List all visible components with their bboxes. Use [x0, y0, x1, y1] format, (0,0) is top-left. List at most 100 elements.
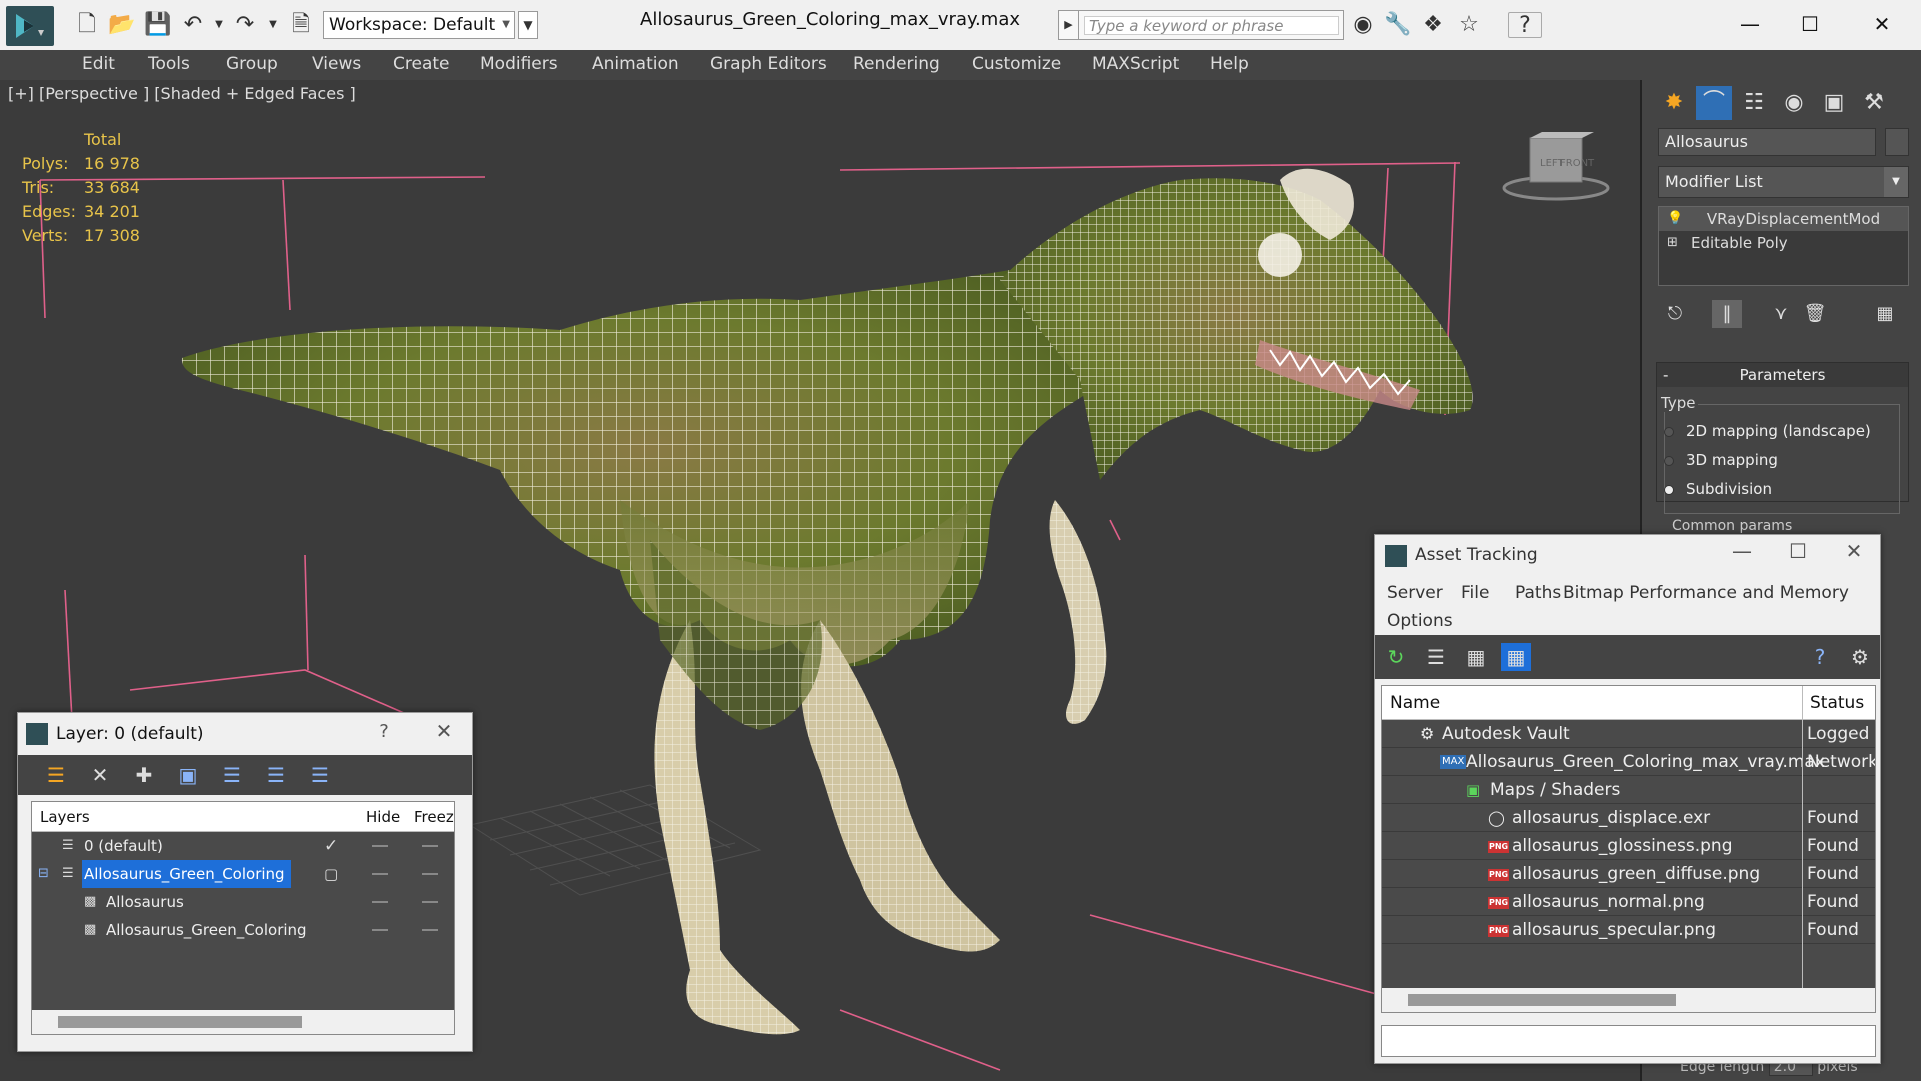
close-icon[interactable]: ✕: [428, 719, 460, 743]
create-tab-icon[interactable]: ✸: [1656, 86, 1692, 120]
display-tab-icon[interactable]: ▣: [1816, 86, 1852, 120]
column-status[interactable]: Status: [1810, 693, 1864, 713]
menu-rendering[interactable]: Rendering: [853, 54, 940, 74]
radio-3d-mapping[interactable]: 3D mapping: [1664, 451, 1778, 469]
scrollbar-thumb[interactable]: [58, 1016, 302, 1028]
menu-maxscript[interactable]: MAXScript: [1092, 54, 1179, 74]
help-icon[interactable]: ?: [1508, 12, 1542, 38]
menu-options[interactable]: Options: [1387, 611, 1453, 631]
layer-object-row[interactable]: ▩ Allosaurus: [32, 888, 454, 916]
hierarchy-tab-icon[interactable]: ☷: [1736, 86, 1772, 120]
parameters-rollout-header[interactable]: - Parameters: [1657, 363, 1908, 387]
menu-file[interactable]: File: [1461, 583, 1489, 603]
stack-item-vraydisplacement[interactable]: 💡 VRayDisplacementMod: [1659, 207, 1908, 231]
column-name[interactable]: Name: [1390, 693, 1440, 713]
create-layer-icon[interactable]: ☰: [42, 761, 70, 789]
pin-stack-icon[interactable]: ⎋: [1660, 300, 1690, 328]
menu-modifiers[interactable]: Modifiers: [480, 54, 558, 74]
radio-subdivision[interactable]: Subdivision: [1664, 480, 1772, 498]
undo-icon[interactable]: ↶: [180, 12, 206, 38]
hide-toggle[interactable]: [372, 873, 388, 875]
vault-help-icon[interactable]: ⚙: [1845, 643, 1875, 671]
favorites-star-icon[interactable]: ☆: [1456, 12, 1482, 38]
remove-modifier-icon[interactable]: 🗑: [1800, 300, 1830, 328]
object-color-swatch[interactable]: [1885, 128, 1909, 156]
search-box[interactable]: ▶ Type a keyword or phrase: [1058, 10, 1344, 40]
delete-layer-icon[interactable]: ✕: [86, 761, 114, 789]
maximize-icon[interactable]: ☐: [1792, 6, 1828, 42]
maximize-icon[interactable]: ☐: [1781, 539, 1815, 563]
select-layer-icon[interactable]: ☰: [218, 761, 246, 789]
utilities-tab-icon[interactable]: ⚒: [1856, 86, 1892, 120]
column-hide[interactable]: Hide: [366, 808, 400, 826]
menu-paths[interactable]: Paths: [1515, 583, 1561, 603]
horizontal-scrollbar[interactable]: [1382, 988, 1875, 1012]
hide-toggle[interactable]: [372, 901, 388, 903]
hide-all-layers-icon[interactable]: ☰: [306, 761, 334, 789]
menu-tools[interactable]: Tools: [148, 54, 190, 74]
workspace-selector[interactable]: Workspace: Default ▼: [323, 11, 515, 39]
lightbulb-icon[interactable]: 💡: [1667, 207, 1683, 231]
communication-icon[interactable]: ❖: [1420, 12, 1446, 38]
collapse-icon[interactable]: ⊟: [38, 860, 49, 888]
horizontal-scrollbar[interactable]: [32, 1010, 454, 1034]
column-freeze[interactable]: Freez: [414, 808, 454, 826]
help-icon[interactable]: ?: [1805, 643, 1835, 671]
configure-modifier-sets-icon[interactable]: ▦: [1870, 300, 1900, 328]
refresh-icon[interactable]: ↻: [1381, 643, 1411, 671]
freeze-toggle[interactable]: [422, 901, 438, 903]
freeze-toggle[interactable]: [422, 873, 438, 875]
current-layer-check-icon[interactable]: ✓: [324, 832, 338, 860]
redo-icon[interactable]: ↷: [232, 12, 258, 38]
search-input[interactable]: Type a keyword or phrase: [1084, 16, 1339, 35]
close-icon[interactable]: ✕: [1864, 6, 1900, 42]
layer-object-row[interactable]: ▩ Allosaurus_Green_Coloring: [32, 916, 454, 944]
menu-server[interactable]: Server: [1387, 583, 1443, 603]
open-file-icon[interactable]: 📂: [108, 12, 135, 38]
freeze-toggle[interactable]: [422, 845, 438, 847]
workspace-menu-button[interactable]: ▼: [518, 11, 538, 39]
highlight-layer-icon[interactable]: ☰: [262, 761, 290, 789]
project-folder-icon[interactable]: 🗎: [288, 12, 314, 38]
minimize-icon[interactable]: —: [1725, 539, 1759, 563]
modifier-list-dropdown[interactable]: Modifier List ▼: [1658, 166, 1909, 198]
undo-dropdown-icon[interactable]: ▼: [206, 12, 232, 38]
motion-tab-icon[interactable]: ◉: [1776, 86, 1812, 120]
menu-create[interactable]: Create: [393, 54, 450, 74]
expand-plus-icon[interactable]: ⊞: [1667, 231, 1678, 255]
menu-views[interactable]: Views: [312, 54, 361, 74]
hide-toggle[interactable]: [372, 929, 388, 931]
app-logo-icon[interactable]: [6, 6, 54, 46]
menu-help[interactable]: Help: [1210, 54, 1249, 74]
viewport-label[interactable]: [+] [Perspective ] [Shaded + Edged Faces…: [8, 84, 356, 103]
add-to-layer-icon[interactable]: ✚: [130, 761, 158, 789]
menu-graph-editors[interactable]: Graph Editors: [710, 54, 827, 74]
column-separator[interactable]: [1802, 686, 1803, 1012]
stack-item-editable-poly[interactable]: ⊞ Editable Poly: [1659, 231, 1908, 255]
wrench-icon[interactable]: 🔧: [1384, 12, 1411, 38]
menu-animation[interactable]: Animation: [592, 54, 679, 74]
scrollbar-thumb[interactable]: [1408, 994, 1676, 1006]
menu-edit[interactable]: Edit: [82, 54, 115, 74]
thumbnail-view-icon[interactable]: ▦: [1461, 643, 1491, 671]
modify-tab-icon[interactable]: ⌒: [1696, 86, 1732, 120]
new-file-icon[interactable]: 🗋: [74, 12, 100, 38]
layer-row[interactable]: ☰ 0 (default) ✓: [32, 832, 454, 860]
menu-customize[interactable]: Customize: [972, 54, 1061, 74]
hide-toggle[interactable]: [372, 845, 388, 847]
table-view-icon[interactable]: ▦: [1501, 643, 1531, 671]
search-expand-icon[interactable]: ▶: [1059, 11, 1079, 39]
menu-group[interactable]: Group: [226, 54, 278, 74]
help-icon[interactable]: ?: [368, 721, 400, 742]
show-end-result-icon[interactable]: ‖: [1712, 300, 1742, 328]
make-current-icon[interactable]: ▢: [324, 860, 338, 888]
binoculars-icon[interactable]: ◉: [1350, 12, 1376, 38]
freeze-toggle[interactable]: [422, 929, 438, 931]
select-objects-icon[interactable]: ▣: [174, 761, 202, 789]
make-unique-icon[interactable]: ⋎: [1766, 300, 1796, 328]
redo-dropdown-icon[interactable]: ▼: [260, 12, 286, 38]
object-name-field[interactable]: Allosaurus: [1658, 128, 1876, 156]
layer-row-selected[interactable]: ⊟ ☰ Allosaurus_Green_Coloring ▢: [32, 860, 454, 888]
save-file-icon[interactable]: 💾: [144, 12, 171, 38]
radio-2d-mapping[interactable]: 2D mapping (landscape): [1664, 422, 1871, 440]
